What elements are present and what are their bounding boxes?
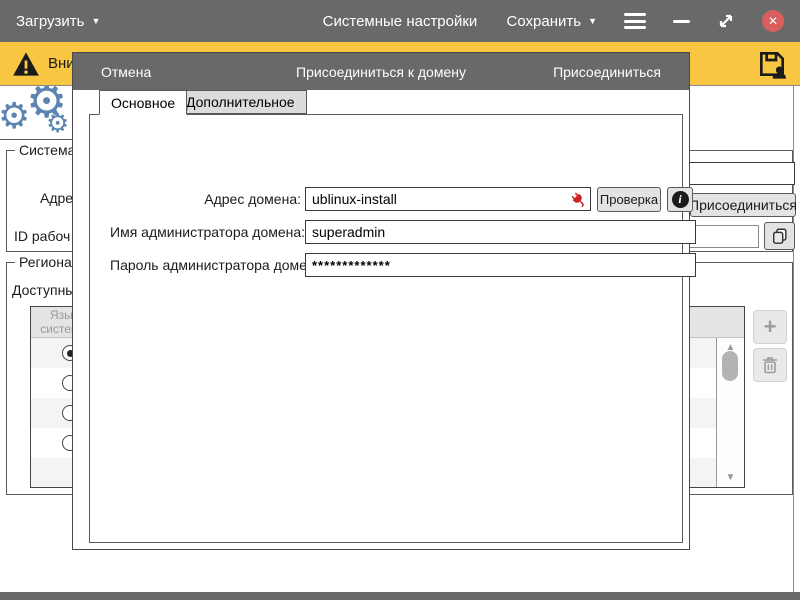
domain-address-field xyxy=(305,187,591,211)
expand-icon[interactable] xyxy=(717,12,735,30)
join-domain-button[interactable]: Присоединиться xyxy=(690,193,796,217)
gear-icon: ⚙ xyxy=(0,98,30,134)
tab-main[interactable]: Основное xyxy=(99,90,187,115)
admin-name-label: Имя администратора домена: xyxy=(110,224,301,240)
join-button[interactable]: Присоединиться xyxy=(553,64,661,80)
plus-icon: + xyxy=(764,314,777,340)
domain-address-input[interactable] xyxy=(305,187,591,211)
cancel-button[interactable]: Отмена xyxy=(101,64,151,80)
join-domain-dialog: Отмена Присоединиться к домену Присоедин… xyxy=(72,52,690,550)
add-button[interactable]: + xyxy=(753,310,787,344)
system-group-label: Система xyxy=(15,142,79,158)
dialog-header: Отмена Присоединиться к домену Присоедин… xyxy=(73,53,689,90)
info-icon: i xyxy=(672,191,689,208)
load-dropdown-button[interactable]: Загрузить ▼ xyxy=(16,13,100,30)
save-label: Сохранить xyxy=(507,13,582,30)
plug-status-icon xyxy=(569,190,587,208)
admin-password-input[interactable] xyxy=(305,253,696,277)
domain-address-label: Адрес домена: xyxy=(110,191,301,207)
dialog-title: Присоединиться к домену xyxy=(296,64,466,80)
footer-bar xyxy=(0,592,800,600)
check-button[interactable]: Проверка xyxy=(597,187,661,212)
admin-password-label: Пароль администратора домена: xyxy=(110,257,301,273)
tab-content-frame: Адрес домена: Проверка i Имя администрат… xyxy=(89,114,683,543)
chevron-down-icon: ▼ xyxy=(588,17,597,26)
load-label: Загрузить xyxy=(16,13,85,30)
vertical-scrollbar[interactable]: ▲ ▼ xyxy=(716,338,744,487)
workstation-id-label: ID рабоч xyxy=(14,228,70,244)
window-title: Системные настройки xyxy=(323,13,478,30)
admin-name-input[interactable] xyxy=(305,220,696,244)
minimize-icon[interactable] xyxy=(673,20,690,23)
scroll-down-icon[interactable]: ▼ xyxy=(717,472,744,483)
title-bar: Загрузить ▼ Системные настройки Сохранит… xyxy=(0,0,800,42)
save-user-icon[interactable] xyxy=(756,48,788,80)
system-settings-window: Загрузить ▼ Системные настройки Сохранит… xyxy=(0,0,800,600)
gear-icon: ⚙ xyxy=(46,110,69,136)
warning-icon xyxy=(12,51,40,77)
copy-icon xyxy=(771,227,789,245)
chevron-down-icon: ▼ xyxy=(92,17,101,26)
delete-button[interactable] xyxy=(753,348,787,382)
scrollbar-thumb[interactable] xyxy=(722,351,738,381)
trash-icon xyxy=(762,356,778,374)
copy-button[interactable] xyxy=(764,222,795,250)
close-icon[interactable]: ✕ xyxy=(762,10,784,32)
tab-additional[interactable]: Дополнительное xyxy=(174,90,307,114)
menu-icon[interactable] xyxy=(624,10,646,33)
available-label: Доступны xyxy=(12,282,75,298)
save-dropdown-button[interactable]: Сохранить ▼ xyxy=(507,13,597,30)
info-button[interactable]: i xyxy=(667,187,693,212)
